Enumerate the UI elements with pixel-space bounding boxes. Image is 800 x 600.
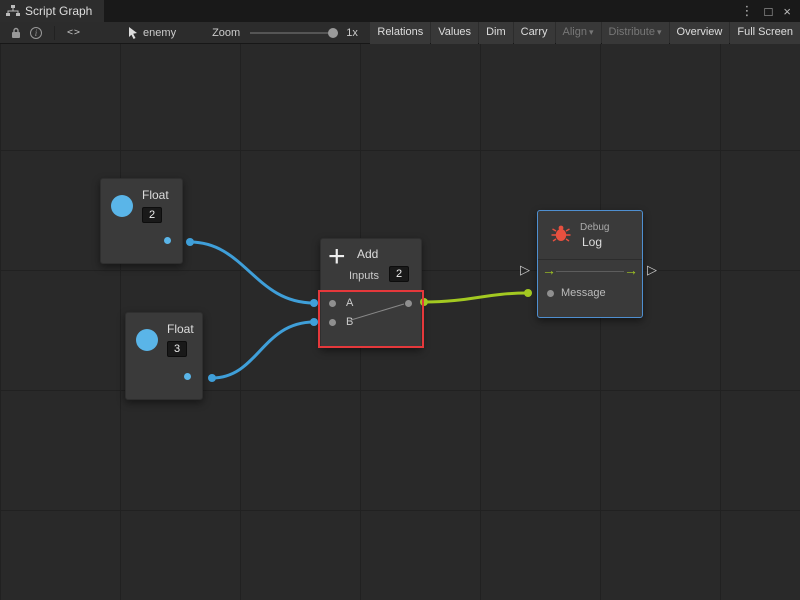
relations-button[interactable]: Relations bbox=[370, 22, 430, 44]
zoom-slider-handle[interactable] bbox=[328, 28, 338, 38]
wire-add-to-log[interactable] bbox=[424, 293, 528, 302]
wire-float2-to-a[interactable] bbox=[190, 242, 314, 303]
float-output-port[interactable] bbox=[164, 237, 171, 244]
code-view-icon[interactable]: <> bbox=[67, 27, 81, 38]
wire-endpoint[interactable] bbox=[310, 299, 318, 307]
inputs-label: Inputs bbox=[349, 270, 379, 282]
toolbar-buttons: Relations Values Dim Carry Align▾ Distri… bbox=[369, 22, 800, 44]
float-value-field[interactable]: 3 bbox=[167, 341, 187, 357]
flow-in-arrow-icon[interactable]: → bbox=[542, 262, 556, 278]
float-node-2[interactable]: Float 2 bbox=[100, 178, 183, 264]
lock-icon[interactable] bbox=[10, 27, 22, 39]
values-button[interactable]: Values bbox=[431, 22, 478, 44]
tab-script-graph[interactable]: Script Graph bbox=[0, 0, 104, 22]
literal-circle-icon bbox=[136, 329, 158, 351]
graph-pointer-icon bbox=[127, 26, 139, 40]
zoom-value: 1x bbox=[346, 27, 358, 39]
window-controls: ⋮ □ × bbox=[741, 3, 800, 19]
wire-endpoint[interactable] bbox=[186, 238, 194, 246]
wire-float3-to-b[interactable] bbox=[212, 322, 314, 378]
chevron-down-icon: ▾ bbox=[589, 27, 594, 37]
toolbar-separator bbox=[54, 26, 55, 40]
float-node-3[interactable]: Float 3 bbox=[125, 312, 203, 400]
script-graph-icon bbox=[6, 5, 20, 17]
node-title: Float bbox=[142, 188, 169, 202]
debug-log-node[interactable]: Debug Log → → Message bbox=[537, 210, 643, 318]
graph-name: enemy bbox=[143, 27, 176, 39]
carry-button[interactable]: Carry bbox=[514, 22, 555, 44]
flow-line bbox=[556, 271, 624, 272]
dim-button[interactable]: Dim bbox=[479, 22, 513, 44]
graph-toolbar: i <> enemy Zoom 1x Relations Values Dim … bbox=[0, 22, 800, 44]
graph-canvas[interactable]: Float 2 Float 3 + Add Inputs 2 A B D bbox=[0, 44, 800, 600]
plus-icon: + bbox=[328, 237, 346, 277]
flow-out-arrow-icon[interactable]: → bbox=[624, 262, 638, 278]
wire-endpoint[interactable] bbox=[208, 374, 216, 382]
wire-endpoint[interactable] bbox=[310, 318, 318, 326]
align-dropdown: Align▾ bbox=[556, 22, 601, 44]
bug-icon bbox=[551, 224, 571, 242]
fullscreen-button[interactable]: Full Screen bbox=[730, 22, 800, 44]
selection-rect bbox=[318, 290, 424, 348]
zoom-slider[interactable] bbox=[250, 32, 338, 34]
node-divider bbox=[538, 259, 642, 260]
maximize-icon[interactable]: □ bbox=[765, 4, 773, 19]
graph-breadcrumb[interactable]: enemy bbox=[127, 26, 176, 40]
flow-out-triangle-icon[interactable]: ▷ bbox=[647, 263, 657, 277]
message-label: Message bbox=[561, 287, 606, 299]
overview-button[interactable]: Overview bbox=[670, 22, 730, 44]
titlebar: Script Graph ⋮ □ × bbox=[0, 0, 800, 22]
node-title: Log bbox=[582, 235, 602, 249]
literal-circle-icon bbox=[111, 195, 133, 217]
float-value-field[interactable]: 2 bbox=[142, 207, 162, 223]
chevron-down-icon: ▾ bbox=[657, 27, 662, 37]
wire-endpoint[interactable] bbox=[524, 289, 532, 297]
zoom-label: Zoom bbox=[212, 27, 240, 39]
node-title: Float bbox=[167, 322, 194, 336]
flow-in-triangle-icon[interactable]: ▷ bbox=[520, 263, 530, 277]
inputs-count-field[interactable]: 2 bbox=[389, 266, 409, 282]
menu-icon[interactable]: ⋮ bbox=[741, 3, 754, 19]
message-input-port[interactable] bbox=[547, 290, 554, 297]
info-icon[interactable]: i bbox=[30, 27, 42, 39]
distribute-dropdown: Distribute▾ bbox=[602, 22, 669, 44]
close-icon[interactable]: × bbox=[783, 4, 791, 19]
node-category: Debug bbox=[580, 222, 609, 233]
node-title: Add bbox=[357, 247, 378, 261]
float-output-port[interactable] bbox=[184, 373, 191, 380]
tab-title: Script Graph bbox=[25, 4, 92, 18]
